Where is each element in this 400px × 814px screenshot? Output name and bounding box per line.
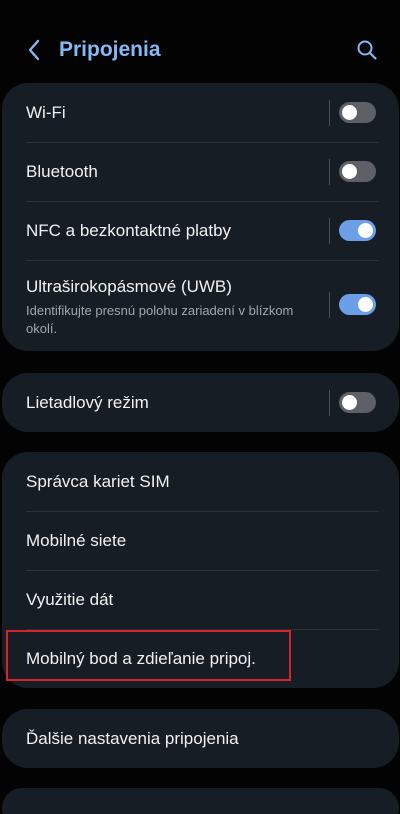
connections-settings-screen: Pripojenia Wi-Fi Bluetooth NFC a bezkont… xyxy=(0,0,400,814)
more-connection-settings-row[interactable]: Ďalšie nastavenia pripojenia xyxy=(2,709,399,768)
data-usage-label: Využitie dát xyxy=(26,590,114,609)
toggle-knob xyxy=(342,395,357,410)
next-card-partial xyxy=(2,788,399,814)
divider-vertical xyxy=(329,390,330,416)
mobile-networks-row[interactable]: Mobilné siete xyxy=(2,511,399,570)
wifi-row[interactable]: Wi-Fi xyxy=(2,83,399,142)
bluetooth-label: Bluetooth xyxy=(26,162,98,181)
wireless-settings-card: Wi-Fi Bluetooth NFC a bezkontaktné platb… xyxy=(2,83,399,351)
sim-manager-label: Správca kariet SIM xyxy=(26,472,170,491)
hotspot-tethering-row[interactable]: Mobilný bod a zdieľanie pripoj. xyxy=(2,629,399,688)
more-connection-settings-label: Ďalšie nastavenia pripojenia xyxy=(26,729,239,748)
uwb-subtitle: Identifikujte presnú polohu zariadení v … xyxy=(26,303,294,336)
back-button[interactable] xyxy=(20,35,48,65)
toggle-knob xyxy=(342,164,357,179)
airplane-mode-toggle[interactable] xyxy=(339,392,376,413)
toggle-knob xyxy=(358,223,373,238)
nfc-toggle[interactable] xyxy=(339,220,376,241)
bluetooth-toggle[interactable] xyxy=(339,161,376,182)
airplane-mode-card: Lietadlový režim xyxy=(2,373,399,432)
search-icon xyxy=(357,40,377,60)
divider-vertical xyxy=(329,218,330,244)
toggle-knob xyxy=(342,105,357,120)
data-usage-row[interactable]: Využitie dát xyxy=(2,570,399,629)
toggle-knob xyxy=(358,297,373,312)
wifi-toggle[interactable] xyxy=(339,102,376,123)
divider-vertical xyxy=(329,292,330,318)
airplane-mode-row[interactable]: Lietadlový režim xyxy=(2,373,399,432)
page-title: Pripojenia xyxy=(59,38,161,61)
search-button[interactable] xyxy=(353,36,381,64)
divider-vertical xyxy=(329,100,330,126)
airplane-mode-label: Lietadlový režim xyxy=(26,393,149,412)
sim-manager-row[interactable]: Správca kariet SIM xyxy=(2,452,399,511)
mobile-networks-label: Mobilné siete xyxy=(26,531,127,550)
bluetooth-row[interactable]: Bluetooth xyxy=(2,142,399,201)
uwb-label: Ultraširokopásmové (UWB) xyxy=(26,277,232,296)
uwb-row[interactable]: Ultraširokopásmové (UWB) Identifikujte p… xyxy=(2,260,399,351)
hotspot-tethering-label: Mobilný bod a zdieľanie pripoj. xyxy=(26,649,256,668)
uwb-toggle[interactable] xyxy=(339,294,376,315)
wifi-label: Wi-Fi xyxy=(26,103,66,122)
divider-vertical xyxy=(329,159,330,185)
nfc-label: NFC a bezkontaktné platby xyxy=(26,221,232,240)
chevron-left-icon xyxy=(28,39,40,61)
nfc-row[interactable]: NFC a bezkontaktné platby xyxy=(2,201,399,260)
network-settings-card: Správca kariet SIM Mobilné siete Využiti… xyxy=(2,452,399,688)
more-settings-card: Ďalšie nastavenia pripojenia xyxy=(2,709,399,768)
